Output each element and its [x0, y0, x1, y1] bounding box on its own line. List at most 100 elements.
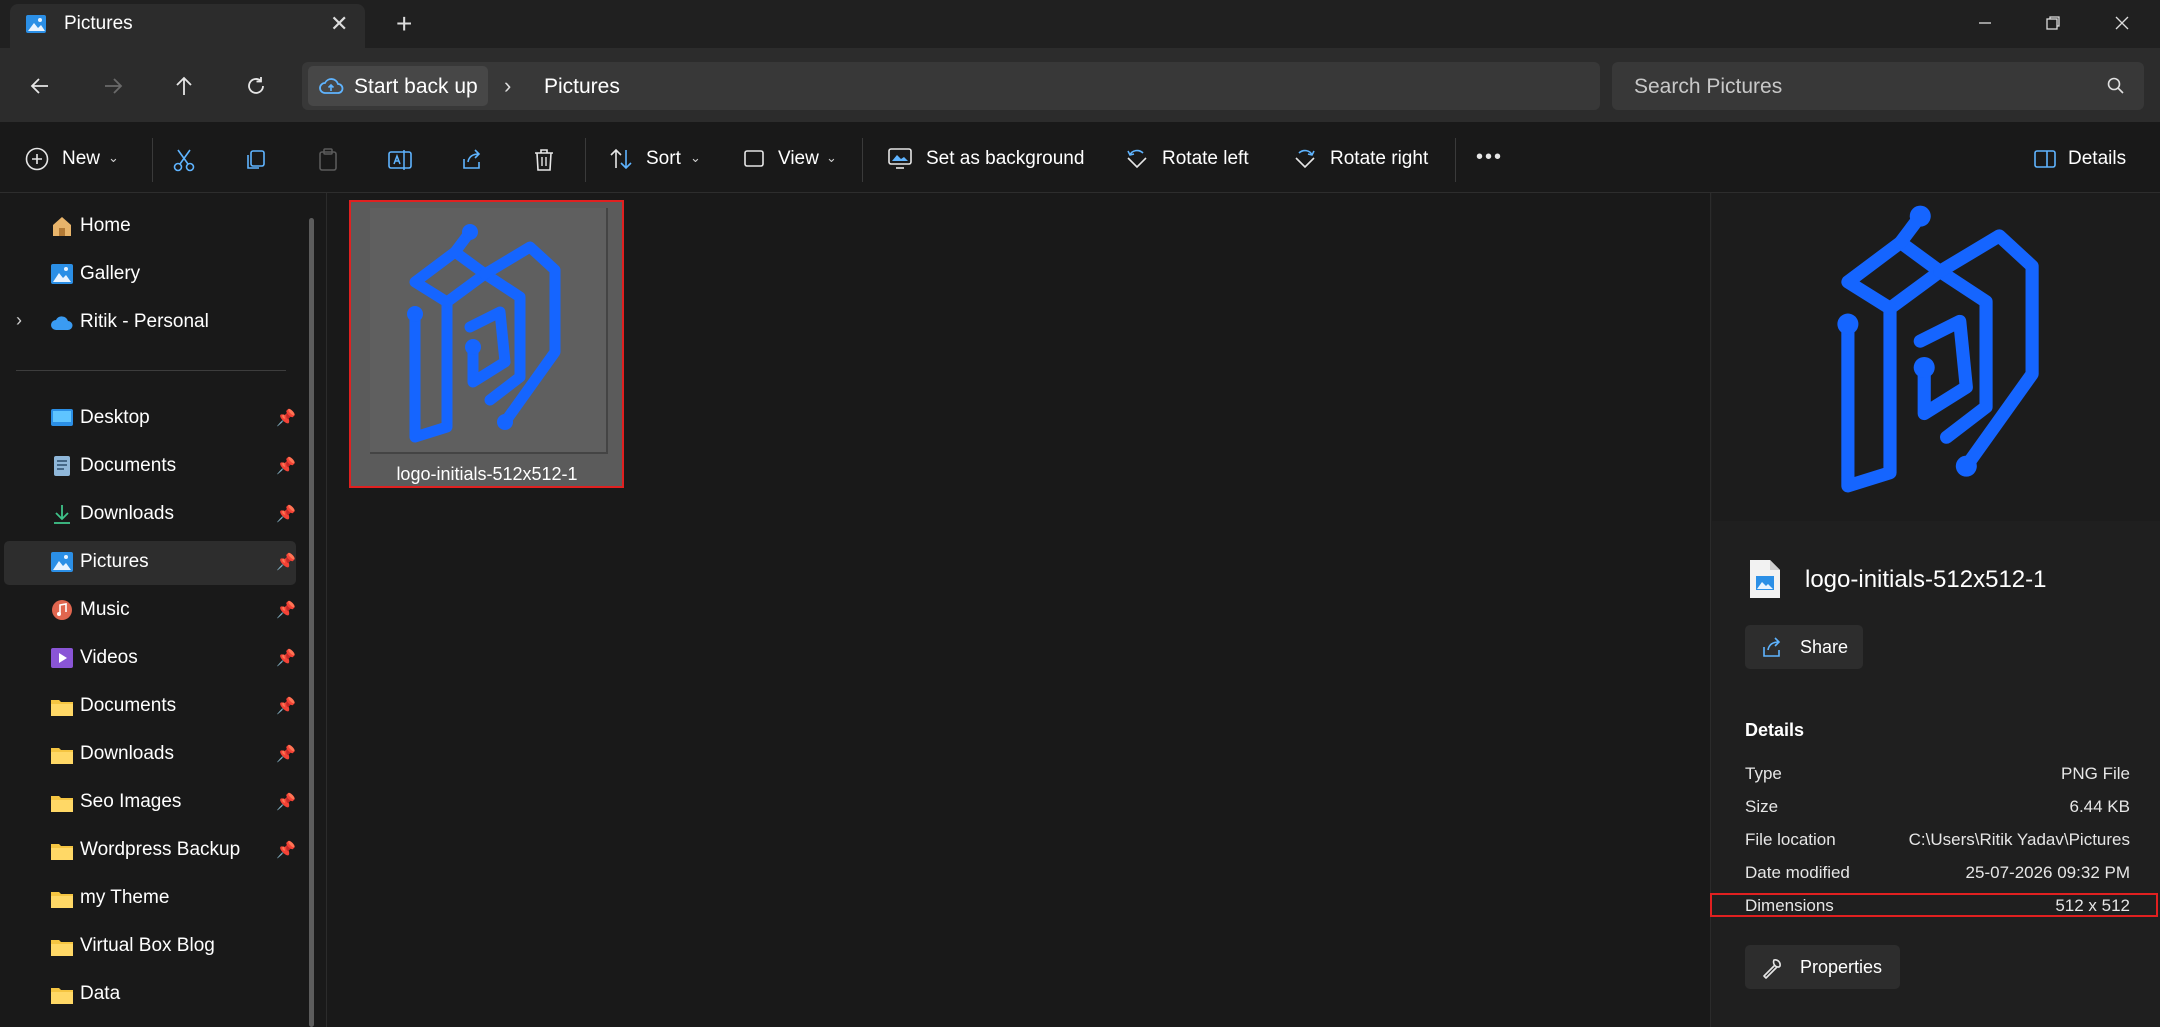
more-options-icon[interactable]: ••• [1476, 146, 1503, 169]
pictures-icon [26, 15, 46, 33]
folder-icon [51, 988, 73, 1004]
breadcrumb-separator-icon[interactable]: › [504, 73, 511, 99]
onedrive-cloud-icon [51, 316, 73, 330]
home-icon [53, 217, 71, 236]
pin-icon: 📌 [276, 842, 296, 859]
paste-icon[interactable] [313, 145, 343, 175]
sidebar-item-music[interactable] [4, 589, 296, 633]
back-button[interactable] [20, 66, 60, 106]
toolbar-divider [862, 138, 863, 182]
sidebar-item-label: Ritik - Personal [80, 311, 209, 332]
sidebar-item-label: Documents [80, 455, 177, 476]
tab-title: Pictures [64, 13, 133, 34]
details-file-name: logo-initials-512x512-1 [1805, 566, 2047, 593]
pin-icon: 📌 [276, 554, 296, 571]
folder-icon [51, 844, 73, 860]
new-label: New [62, 148, 101, 169]
search-placeholder: Search Pictures [1634, 75, 1783, 98]
up-button[interactable] [164, 66, 204, 106]
sidebar-item-label: Music [80, 599, 130, 620]
rotate-right-label: Rotate right [1330, 148, 1429, 169]
logo-thumbnail-icon [407, 224, 561, 443]
pin-icon: 📌 [276, 458, 296, 475]
logo-preview-image [1837, 205, 2039, 493]
delete-icon[interactable] [529, 145, 559, 175]
chevron-right-icon[interactable]: › [16, 310, 22, 331]
pin-icon: 📌 [276, 698, 296, 715]
sidebar-item-desktop[interactable] [4, 397, 296, 441]
sidebar-divider [16, 370, 286, 371]
toolbar-divider [152, 138, 153, 182]
breadcrumb-pictures[interactable]: Pictures [544, 75, 620, 99]
details-pane-icon [2034, 150, 2056, 168]
sidebar-item-label: Virtual Box Blog [80, 935, 215, 956]
property-key: Size [1745, 797, 1779, 816]
details-heading: Details [1745, 720, 1805, 740]
refresh-button[interactable] [236, 66, 276, 106]
pictures-icon [51, 552, 73, 572]
pin-icon: 📌 [276, 746, 296, 763]
property-key: Date modified [1745, 863, 1850, 882]
sidebar-item-data[interactable] [4, 973, 296, 1017]
sidebar-item-label: Gallery [80, 263, 141, 284]
property-key: Type [1745, 764, 1782, 783]
cut-icon[interactable] [169, 145, 199, 175]
folder-icon [51, 940, 73, 956]
desktop-icon [51, 409, 73, 426]
close-tab-icon[interactable]: ✕ [330, 11, 348, 37]
forward-button[interactable] [93, 66, 133, 106]
sidebar-item-home[interactable] [4, 205, 296, 249]
toolbar-divider [585, 138, 586, 182]
property-value: 25-07-2026 09:32 PM [1965, 863, 2130, 882]
pin-icon: 📌 [276, 410, 296, 427]
share-icon[interactable] [457, 145, 487, 175]
share-icon [1763, 637, 1781, 657]
png-file-icon [1750, 560, 1780, 598]
sidebar-item-label: Downloads [80, 743, 174, 764]
pin-icon: 📌 [276, 650, 296, 667]
sidebar-item-gallery[interactable] [4, 253, 296, 297]
arrow-right-icon [105, 78, 123, 94]
view-label: View [778, 148, 819, 169]
sidebar-item-pictures[interactable] [4, 541, 296, 585]
rotate-right-icon [1295, 149, 1315, 169]
toolbar-divider [1455, 138, 1456, 182]
property-value: C:\Users\Ritik Yadav\Pictures [1908, 830, 2130, 849]
property-value: 6.44 KB [2069, 797, 2131, 816]
new-tab-button[interactable]: + [396, 8, 412, 40]
rename-icon[interactable] [385, 145, 415, 175]
music-icon [52, 600, 72, 620]
wrench-icon [1763, 959, 1781, 979]
copy-icon[interactable] [241, 145, 271, 175]
chevron-down-icon: ⌄ [690, 150, 701, 165]
folder-icon [51, 700, 73, 716]
share-label: Share [1800, 637, 1849, 657]
chevron-down-icon: ⌄ [108, 150, 119, 165]
pin-icon: 📌 [276, 506, 296, 523]
details-label: Details [2068, 148, 2127, 169]
search-icon[interactable] [2106, 76, 2126, 96]
folder-icon [51, 748, 73, 764]
chevron-down-icon: ⌄ [826, 150, 837, 165]
folder-icon [51, 796, 73, 812]
set-background-label: Set as background [926, 148, 1085, 169]
videos-icon [51, 648, 73, 668]
downloads-icon [54, 505, 70, 524]
sidebar-item-label: Home [80, 215, 131, 236]
restore-icon[interactable] [2028, 8, 2078, 38]
cloud-backup-icon [319, 78, 344, 94]
property-value: 512 x 512 [2055, 896, 2130, 915]
sidebar-item-label: Videos [80, 647, 138, 668]
gallery-icon [51, 264, 73, 284]
sidebar-item-label: my Theme [80, 887, 170, 908]
address-bar[interactable] [302, 62, 1600, 110]
sidebar-item-videos[interactable] [4, 637, 296, 681]
pin-icon: 📌 [276, 602, 296, 619]
minimize-icon[interactable] [1960, 8, 2010, 38]
properties-label: Properties [1800, 957, 1883, 977]
arrow-left-icon [30, 78, 48, 94]
sidebar-item-label: Downloads [80, 503, 174, 524]
close-window-icon[interactable] [2097, 8, 2147, 38]
set-background-icon [888, 148, 912, 169]
sidebar-scrollbar[interactable] [309, 218, 314, 1027]
